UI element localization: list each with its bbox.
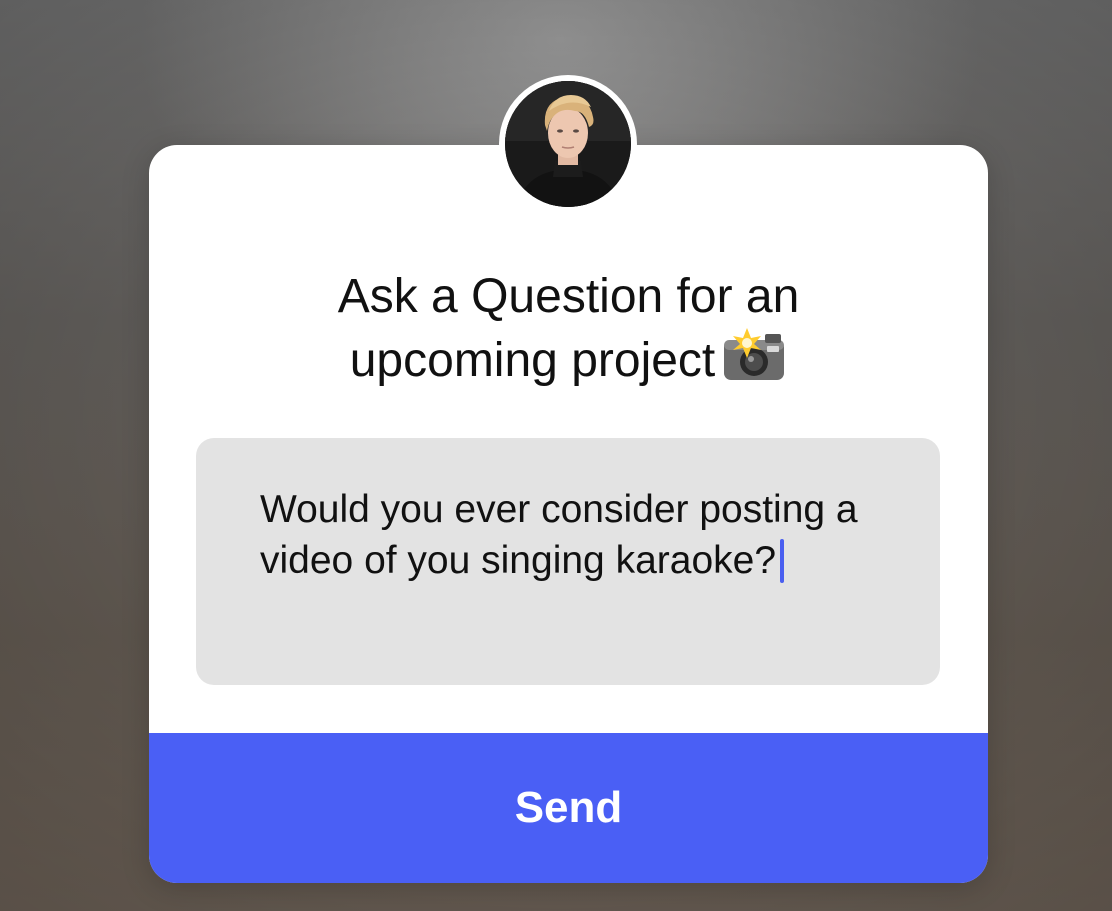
profile-photo-icon [505, 81, 631, 207]
avatar-ring [499, 75, 637, 213]
prompt-title-line1: Ask a Question for an [337, 270, 800, 323]
prompt-title-line2: upcoming project [349, 334, 716, 387]
question-input-text: Would you ever consider posting a video … [260, 488, 869, 582]
text-caret [780, 539, 785, 583]
send-button[interactable]: Send [149, 733, 988, 883]
camera-flash-icon [721, 328, 787, 398]
question-input-field[interactable]: Would you ever consider posting a video … [196, 438, 940, 685]
question-sticker-card: Ask a Question for an upcoming project W… [149, 145, 988, 883]
question-prompt-title: Ask a Question for an upcoming project [149, 265, 988, 398]
